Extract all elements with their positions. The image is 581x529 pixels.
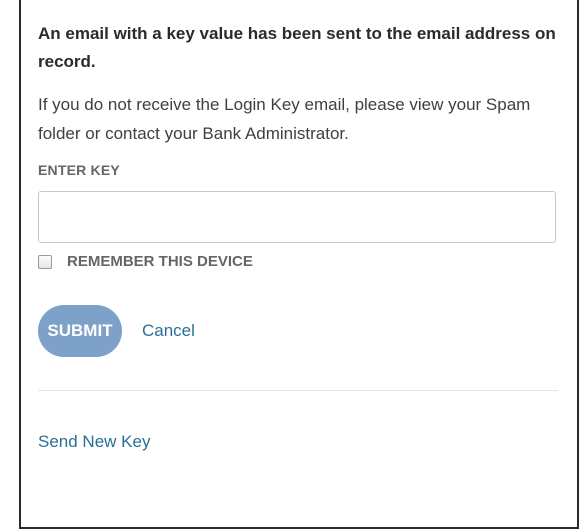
login-key-panel: An email with a key value has been sent … bbox=[19, 0, 579, 529]
spam-folder-info: If you do not receive the Login Key emai… bbox=[38, 95, 531, 143]
divider bbox=[38, 390, 558, 391]
key-input[interactable] bbox=[38, 191, 556, 243]
remember-device-checkbox[interactable] bbox=[38, 254, 52, 269]
enter-key-label: ENTER KEY bbox=[38, 162, 120, 178]
submit-button[interactable]: SUBMIT bbox=[38, 305, 122, 357]
cancel-link[interactable]: Cancel bbox=[142, 321, 195, 341]
remember-device-row[interactable]: REMEMBER THIS DEVICE bbox=[38, 253, 558, 270]
email-sent-headline: An email with a key value has been sent … bbox=[38, 24, 556, 71]
remember-device-label[interactable]: REMEMBER THIS DEVICE bbox=[67, 253, 253, 270]
send-new-key-link[interactable]: Send New Key bbox=[38, 432, 150, 452]
actions-row: SUBMIT Cancel bbox=[38, 305, 558, 357]
login-key-content: An email with a key value has been sent … bbox=[38, 20, 558, 452]
